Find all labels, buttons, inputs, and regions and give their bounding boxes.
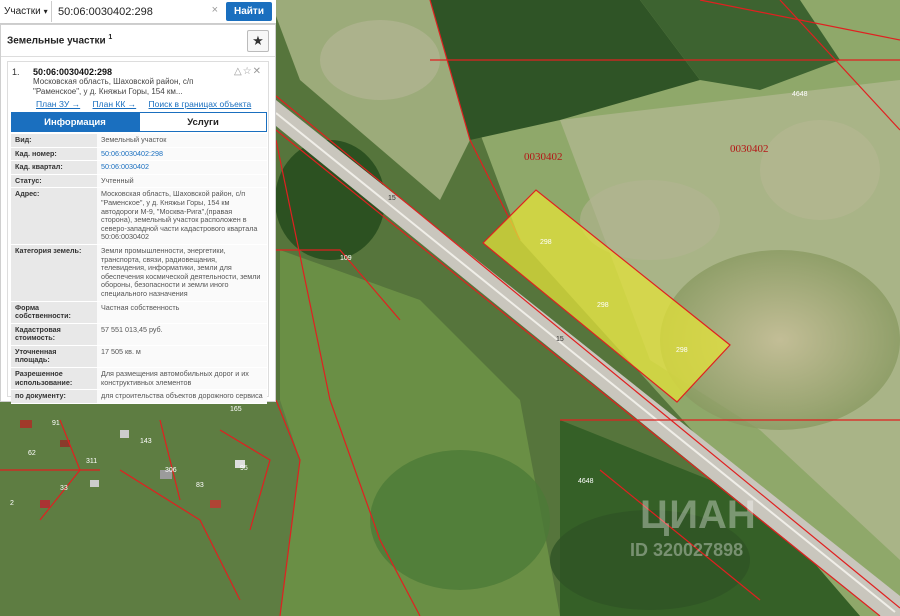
star-icon: ★ (252, 33, 264, 48)
house-label: 62 (28, 450, 36, 457)
info-key: по документу: (11, 390, 97, 403)
search-query: 50:06:0030402:298 (58, 5, 153, 18)
info-value: Учтенный (97, 174, 267, 188)
house-label: 311 (86, 458, 97, 465)
info-value: Земельный участок (97, 134, 267, 147)
road-label: 15 (556, 336, 564, 343)
tab-info[interactable]: Информация (11, 112, 139, 132)
results-panel: Земельные участки 1 ★ 1. 50:06:0030402:2… (0, 24, 276, 404)
info-value: Московская область, Шаховской район, с/п… (97, 188, 267, 244)
info-key: Адрес: (11, 188, 97, 244)
cadastral-quarter-link[interactable]: 50:06:0030402 (97, 161, 267, 174)
info-table: Вид: Земельный участок Кад. номер: 50:06:0… (11, 134, 267, 404)
watermark-logo: ЦИАН (640, 493, 756, 537)
plan-zu-link[interactable]: План ЗУ → (36, 99, 80, 109)
result-index: 1. (12, 67, 20, 77)
info-key: Уточненная площадь: (11, 345, 97, 368)
panel-title: Земельные участки 1 (7, 34, 112, 46)
road-label: 4648 (578, 478, 594, 485)
house-label: 33 (60, 485, 68, 492)
warning-icon[interactable]: △ (234, 66, 243, 77)
quarter-label: 0030402 (524, 151, 563, 163)
cadastral-number-link[interactable]: 50:06:0030402:298 (97, 147, 267, 161)
result-address-line: "Раменское", у д. Княжьи Горы, 154 км... (33, 87, 183, 96)
info-key: Разрешенное использование: (11, 368, 97, 390)
panel-title-text: Земельные участки (7, 35, 106, 47)
watermark-id: ID 320027898 (630, 540, 743, 560)
info-row: по документу: для строительства объектов … (11, 390, 267, 404)
house-label: 165 (230, 406, 242, 413)
info-value: 57 551 013,45 руб. (97, 323, 267, 345)
info-row: Разрешенное использование: Для размещения… (11, 368, 267, 391)
panel-header: Земельные участки 1 ★ (1, 25, 275, 57)
search-bar: Участки ▾ 50:06:0030402:298 × Найти (0, 0, 276, 24)
clear-icon[interactable]: × (212, 4, 218, 16)
info-key: Категория земель: (11, 244, 97, 301)
chevron-down-icon: ▾ (43, 7, 48, 16)
house-label: 83 (196, 482, 204, 489)
house-label: 95 (240, 465, 248, 472)
info-row: Кад. номер: 50:06:0030402:298 (11, 147, 267, 162)
info-row: Категория земель: Земли промышленности, э… (11, 244, 267, 302)
parcel-label: 298 (540, 239, 552, 246)
house-label: 143 (140, 438, 152, 445)
info-key: Кадастровая стоимость: (11, 323, 97, 345)
parcel-label: 298 (597, 302, 609, 309)
info-tabs: Информация Услуги (11, 112, 267, 132)
info-value: Частная собственность (97, 301, 267, 323)
plan-kk-link[interactable]: План КК → (93, 99, 137, 109)
info-value: Земли промышленности, энергетики, трансп… (97, 244, 267, 301)
info-row: Адрес: Московская область, Шаховской райо… (11, 188, 267, 245)
info-key: Кад. номер: (11, 147, 97, 161)
house-label: 2 (10, 500, 14, 507)
info-row: Кад. квартал: 50:06:0030402 (11, 161, 267, 175)
result-cadastral-number[interactable]: 50:06:0030402:298 (33, 67, 112, 77)
parcel-label: 298 (676, 347, 688, 354)
result-card: 1. 50:06:0030402:298 Московская область,… (7, 61, 269, 404)
tab-services[interactable]: Услуги (139, 112, 267, 132)
search-input[interactable]: 50:06:0030402:298 × (52, 1, 222, 22)
plot-label: 109 (340, 255, 352, 262)
info-row: Форма собственности: Частная собственност… (11, 301, 267, 324)
search-button[interactable]: Найти (226, 2, 272, 21)
info-key: Форма собственности: (11, 301, 97, 323)
result-count: 1 (108, 34, 113, 42)
info-value: 17 505 кв. м (97, 345, 267, 368)
object-type-label: Участки (4, 6, 41, 17)
favorites-button[interactable]: ★ (247, 30, 269, 52)
object-type-select[interactable]: Участки ▾ (0, 1, 52, 22)
close-icon[interactable]: ✕ (253, 66, 262, 77)
star-outline-icon[interactable]: ☆ (243, 66, 253, 77)
info-row: Кадастровая стоимость: 57 551 013,45 руб. (11, 323, 267, 346)
house-label: 306 (165, 467, 177, 474)
info-value: для строительства объектов дорожного сер… (97, 390, 267, 403)
plot-label: 4648 (792, 91, 808, 98)
info-value: Для размещения автомобильных дорог и их … (97, 368, 267, 390)
house-label: 91 (52, 420, 60, 427)
info-row: Статус: Учтенный (11, 174, 267, 189)
info-key: Вид: (11, 134, 97, 147)
road-label: 15 (388, 195, 396, 202)
info-row: Уточненная площадь: 17 505 кв. м (11, 345, 267, 369)
info-key: Статус: (11, 174, 97, 188)
result-address: Московская область, Шаховской район, с/п… (33, 77, 223, 97)
result-address-line: Московская область, Шаховской район, с/п (33, 77, 194, 86)
quarter-label: 0030402 (730, 143, 769, 155)
result-actions: △☆✕ (234, 66, 262, 77)
info-row: Вид: Земельный участок (11, 134, 267, 148)
info-key: Кад. квартал: (11, 161, 97, 174)
